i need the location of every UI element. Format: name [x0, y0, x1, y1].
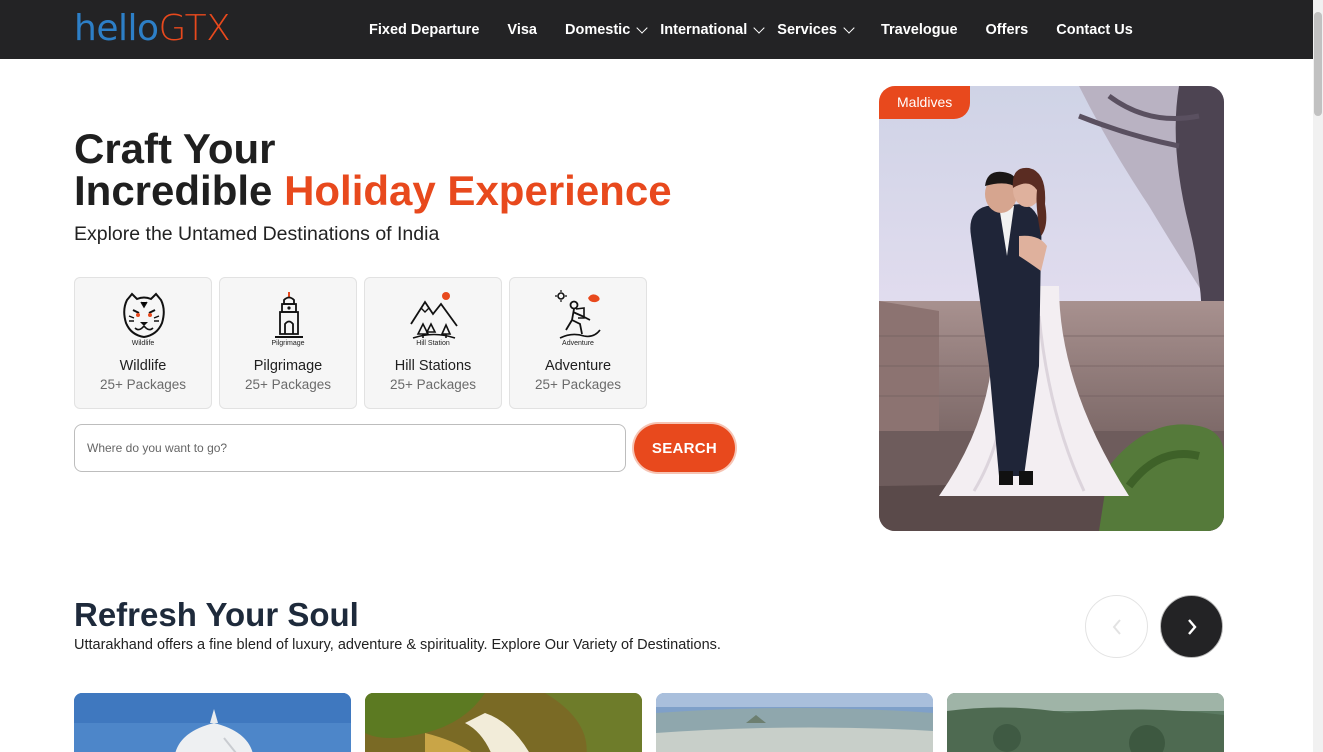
hero-photo: [879, 86, 1224, 531]
nav-visa[interactable]: Visa: [507, 22, 537, 38]
tiger-icon: [123, 292, 165, 339]
destination-card-image[interactable]: [656, 693, 933, 752]
carousel-prev-button[interactable]: [1085, 595, 1148, 658]
hiker-icon: [555, 290, 601, 339]
forest-town-image: [947, 693, 1224, 752]
chevron-down-icon: [843, 21, 855, 34]
page: helloGTX Fixed Departure Visa Domestic I…: [0, 0, 1323, 752]
category-card-adventure[interactable]: Adventure Adventure 25+ Packages: [509, 277, 647, 409]
search-button[interactable]: SEARCH: [634, 424, 735, 472]
nav-international[interactable]: International: [660, 21, 765, 38]
category-cards: Wildlife Wildlife 25+ Packages Pilgrimag…: [74, 277, 654, 409]
destination-card-image[interactable]: [365, 693, 642, 752]
scrollbar-thumb[interactable]: [1314, 12, 1322, 116]
chevron-left-icon: [1112, 618, 1121, 635]
chevron-down-icon: [636, 21, 648, 34]
chevron-right-icon: [1187, 618, 1197, 635]
city-view-image: [656, 693, 933, 752]
destination-card-image[interactable]: [947, 693, 1224, 752]
top-navbar: helloGTX Fixed Departure Visa Domestic I…: [0, 0, 1313, 59]
category-card-wildlife[interactable]: Wildlife Wildlife 25+ Packages: [74, 277, 212, 409]
nav-fixed-departure[interactable]: Fixed Departure: [369, 22, 479, 38]
destination-carousel: [74, 693, 1238, 752]
monument-image: [74, 693, 351, 752]
page-scrollbar[interactable]: [1313, 0, 1323, 752]
temple-icon: [275, 292, 303, 338]
brand-logo[interactable]: helloGTX: [74, 9, 231, 49]
nav-offers[interactable]: Offers: [986, 22, 1029, 38]
nav-contact-us[interactable]: Contact Us: [1056, 22, 1133, 38]
nav-services[interactable]: Services: [777, 21, 855, 38]
nav-domestic[interactable]: Domestic: [565, 21, 648, 38]
hero-subtitle: Explore the Untamed Destinations of Indi…: [74, 223, 440, 245]
category-card-hill-stations[interactable]: Hill Station Hill Stations 25+ Packages: [364, 277, 502, 409]
waterfall-image: [365, 693, 642, 752]
nav-travelogue[interactable]: Travelogue: [881, 22, 958, 38]
destination-badge: Maldives: [879, 86, 971, 119]
destination-card-image[interactable]: [74, 693, 351, 752]
couple-photo-image: [879, 86, 1224, 531]
chevron-down-icon: [753, 21, 765, 34]
section-subtitle: Uttarakhand offers a fine blend of luxur…: [74, 637, 721, 653]
carousel-next-button[interactable]: [1160, 595, 1223, 658]
section-title: Refresh Your Soul: [74, 596, 359, 633]
main-nav: Fixed Departure Visa Domestic Internatio…: [369, 0, 1161, 59]
mountain-icon: [410, 292, 458, 339]
destination-search-input[interactable]: [74, 424, 626, 472]
hero-title: Craft Your Incredible Holiday Experience: [74, 125, 672, 214]
category-card-pilgrimage[interactable]: Pilgrimage Pilgrimage 25+ Packages: [219, 277, 357, 409]
